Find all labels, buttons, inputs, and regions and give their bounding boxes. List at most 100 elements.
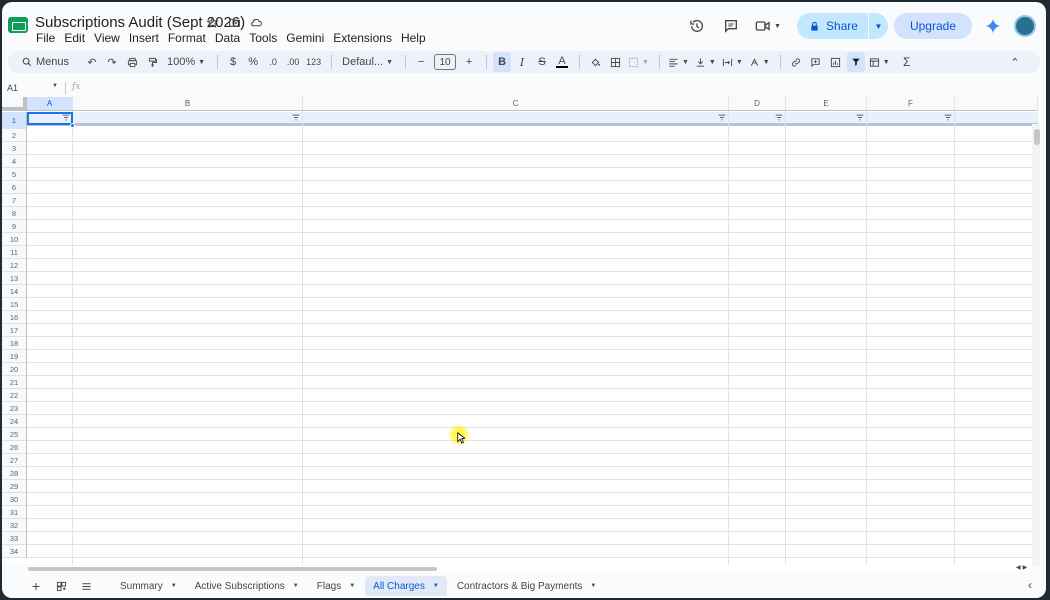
insert-comment-icon[interactable] (807, 52, 825, 72)
row-header[interactable]: 20 (2, 363, 27, 376)
all-sheets-icon[interactable] (49, 576, 73, 596)
horizontal-align-icon[interactable]: ▼ (666, 52, 691, 72)
move-folder-icon[interactable] (226, 14, 242, 30)
meet-video-icon[interactable]: ▼ (751, 12, 785, 40)
row-header[interactable]: 23 (2, 402, 27, 415)
collapse-sidebar-icon[interactable]: ‹ (1028, 578, 1032, 592)
account-avatar[interactable] (1014, 15, 1036, 37)
search-menus[interactable]: Menus (16, 52, 75, 72)
row-header[interactable]: 19 (2, 350, 27, 363)
column-header[interactable]: F (867, 97, 955, 111)
table-row[interactable] (27, 194, 1038, 207)
row-header[interactable]: 6 (2, 181, 27, 194)
row-header[interactable]: 31 (2, 506, 27, 519)
formula-input[interactable] (92, 82, 992, 94)
row-header[interactable]: 8 (2, 207, 27, 220)
undo-icon[interactable]: ↶ (83, 52, 101, 72)
table-row[interactable] (27, 142, 1038, 155)
decrease-font-size-button[interactable]: − (412, 52, 430, 72)
sheet-tab-summary[interactable]: Summary ▼ (112, 576, 185, 596)
row-header[interactable]: 17 (2, 324, 27, 337)
row-header[interactable]: 28 (2, 467, 27, 480)
zoom-select[interactable]: 100% ▼ (163, 52, 209, 72)
column-header[interactable]: B (73, 97, 303, 111)
column-header[interactable]: D (729, 97, 786, 111)
filter-icon[interactable] (846, 52, 865, 72)
row-header[interactable]: 7 (2, 194, 27, 207)
table-row[interactable] (27, 363, 1038, 376)
table-row[interactable] (27, 415, 1038, 428)
decrease-decimal-button[interactable]: .0 (264, 52, 282, 72)
menu-gemini[interactable]: Gemini (286, 31, 329, 45)
row-header[interactable]: 32 (2, 519, 27, 532)
sheet-tab-contractors-big-payments[interactable]: Contractors & Big Payments ▼ (449, 576, 605, 596)
row-header[interactable]: 9 (2, 220, 27, 233)
column-header[interactable]: C (303, 97, 729, 111)
menu-edit[interactable]: Edit (64, 31, 90, 45)
strikethrough-button[interactable]: S (533, 52, 551, 72)
row-header[interactable]: 12 (2, 259, 27, 272)
table-row[interactable] (27, 493, 1038, 506)
column-filter-icon[interactable] (774, 114, 783, 122)
menu-tools[interactable]: Tools (249, 31, 282, 45)
text-rotation-icon[interactable]: ▼ (747, 52, 772, 72)
selected-cell[interactable] (27, 112, 73, 125)
table-row[interactable] (27, 324, 1038, 337)
row-header[interactable]: 27 (2, 454, 27, 467)
paint-format-icon[interactable] (143, 52, 161, 72)
vertical-scrollbar[interactable] (1032, 124, 1040, 566)
column-filter-icon[interactable] (717, 114, 726, 122)
text-color-button[interactable]: A (553, 52, 571, 72)
vertical-scroll-thumb[interactable] (1034, 129, 1040, 145)
table-row[interactable] (27, 207, 1038, 220)
row-header[interactable]: 1 (2, 112, 27, 129)
table-row[interactable] (27, 519, 1038, 532)
sheet-tab-active-subscriptions[interactable]: Active Subscriptions ▼ (187, 576, 307, 596)
sheet-tab-all-charges[interactable]: All Charges ▼ (365, 576, 447, 596)
table-row[interactable] (27, 337, 1038, 350)
bold-button[interactable]: B (493, 52, 512, 72)
format-currency-button[interactable]: $ (224, 52, 242, 72)
row-header[interactable]: 13 (2, 272, 27, 285)
merge-cells-icon[interactable]: ▼ (626, 52, 651, 72)
name-box[interactable]: A1 (7, 83, 18, 93)
chevron-down-icon[interactable]: ▼ (590, 583, 596, 589)
row-header[interactable]: 15 (2, 298, 27, 311)
gemini-spark-icon[interactable] (982, 15, 1004, 37)
menu-insert[interactable]: Insert (129, 31, 164, 45)
increase-decimal-button[interactable]: .00 (284, 52, 302, 72)
star-icon[interactable] (204, 14, 220, 30)
fill-color-icon[interactable] (586, 52, 604, 72)
add-sheet-button[interactable]: + (24, 576, 48, 596)
column-filter-icon[interactable] (943, 114, 952, 122)
row-header[interactable]: 11 (2, 246, 27, 259)
table-row[interactable] (27, 129, 1038, 142)
row-header[interactable]: 4 (2, 155, 27, 168)
cloud-status-icon[interactable] (248, 14, 264, 30)
table-row[interactable] (27, 285, 1038, 298)
menu-view[interactable]: View (94, 31, 125, 45)
menu-format[interactable]: Format (168, 31, 211, 45)
chevron-down-icon[interactable]: ▼ (433, 583, 439, 589)
table-row[interactable] (27, 428, 1038, 441)
name-box-caret-icon[interactable]: ▼ (52, 83, 58, 89)
spreadsheet-grid[interactable]: A B C D E F 1 2 3 4 5 6 7 8 9 10 11 12 13 14 15 16 17 18 19 20 21 2… (2, 97, 1038, 565)
table-row[interactable] (27, 350, 1038, 363)
table-row[interactable] (27, 311, 1038, 324)
sheet-tab-flags[interactable]: Flags ▼ (309, 576, 363, 596)
table-row[interactable] (27, 402, 1038, 415)
column-header[interactable] (955, 97, 1038, 111)
vertical-align-icon[interactable]: ▼ (693, 52, 718, 72)
sheets-list-icon[interactable] (74, 576, 98, 596)
table-row[interactable] (27, 272, 1038, 285)
sheets-logo-icon[interactable] (8, 17, 28, 33)
row-header[interactable]: 22 (2, 389, 27, 402)
menu-help[interactable]: Help (401, 31, 431, 45)
menu-data[interactable]: Data (215, 31, 245, 45)
row-header[interactable]: 14 (2, 285, 27, 298)
table-row[interactable] (27, 233, 1038, 246)
row-header[interactable]: 10 (2, 233, 27, 246)
text-wrapping-icon[interactable]: ▼ (720, 52, 745, 72)
scroll-right-icon[interactable]: ▶ (1023, 564, 1028, 571)
row-header[interactable]: 5 (2, 168, 27, 181)
